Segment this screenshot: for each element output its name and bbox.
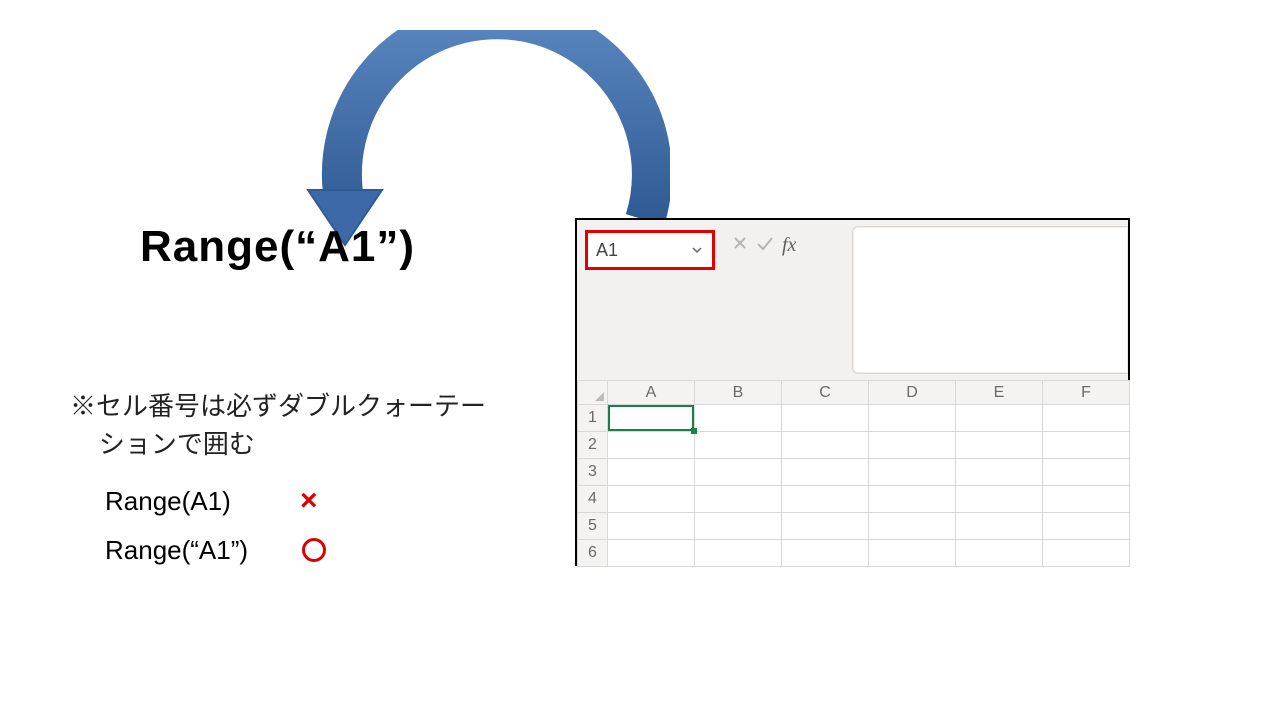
enter-icon[interactable] (756, 234, 774, 257)
cancel-icon[interactable] (732, 234, 748, 257)
cell-C2[interactable] (782, 432, 869, 459)
row-header-2[interactable]: 2 (578, 432, 608, 459)
cell-C4[interactable] (782, 486, 869, 513)
cell-A3[interactable] (608, 459, 695, 486)
cell-A5[interactable] (608, 513, 695, 540)
col-header-E[interactable]: E (956, 381, 1043, 405)
note-line1: ※セル番号は必ずダブルクォーテー (70, 391, 486, 421)
col-header-B[interactable]: B (695, 381, 782, 405)
select-all-corner[interactable] (578, 381, 608, 405)
cell-D1[interactable] (869, 405, 956, 432)
cell-E2[interactable] (956, 432, 1043, 459)
cell-A4[interactable] (608, 486, 695, 513)
cell-C1[interactable] (782, 405, 869, 432)
cell-E4[interactable] (956, 486, 1043, 513)
note-text: ※セル番号は必ずダブルクォーテー ションで囲む (70, 388, 550, 463)
example-bad: Range(A1) × (105, 475, 326, 528)
cross-icon: × (300, 475, 318, 528)
cell-D2[interactable] (869, 432, 956, 459)
row-header-5[interactable]: 5 (578, 513, 608, 540)
name-box[interactable]: A1 (585, 230, 715, 270)
cell-A2[interactable] (608, 432, 695, 459)
cell-D3[interactable] (869, 459, 956, 486)
cell-E3[interactable] (956, 459, 1043, 486)
excel-window: A1 fx A B (575, 218, 1130, 566)
name-box-value: A1 (596, 240, 690, 261)
circle-icon (302, 538, 326, 562)
cell-B1[interactable] (695, 405, 782, 432)
cell-C3[interactable] (782, 459, 869, 486)
cell-F1[interactable] (1043, 405, 1130, 432)
note-line2: ションで囲む (99, 429, 255, 459)
cell-F3[interactable] (1043, 459, 1130, 486)
cell-E1[interactable] (956, 405, 1043, 432)
cell-F4[interactable] (1043, 486, 1130, 513)
cell-D4[interactable] (869, 486, 956, 513)
cell-F2[interactable] (1043, 432, 1130, 459)
example-good-code: Range(“A1”) (105, 528, 300, 574)
spreadsheet-grid[interactable]: A B C D E F 1 (577, 380, 1128, 564)
cell-B6[interactable] (695, 540, 782, 567)
cell-D5[interactable] (869, 513, 956, 540)
cell-B3[interactable] (695, 459, 782, 486)
fx-icon[interactable]: fx (782, 234, 796, 257)
cell-E5[interactable] (956, 513, 1043, 540)
examples: Range(A1) × Range(“A1”) (105, 475, 326, 573)
excel-formula-bar-area: A1 fx (577, 220, 1128, 380)
cell-F6[interactable] (1043, 540, 1130, 567)
cell-B4[interactable] (695, 486, 782, 513)
cell-B2[interactable] (695, 432, 782, 459)
cell-C6[interactable] (782, 540, 869, 567)
cell-E6[interactable] (956, 540, 1043, 567)
example-bad-code: Range(A1) (105, 479, 300, 525)
cell-F5[interactable] (1043, 513, 1130, 540)
cell-A6[interactable] (608, 540, 695, 567)
cell-D6[interactable] (869, 540, 956, 567)
chevron-down-icon[interactable] (690, 243, 704, 257)
row-header-6[interactable]: 6 (578, 540, 608, 567)
row-header-4[interactable]: 4 (578, 486, 608, 513)
formula-bar-input[interactable] (852, 226, 1128, 374)
col-header-C[interactable]: C (782, 381, 869, 405)
cell-A1[interactable] (608, 405, 695, 432)
example-good: Range(“A1”) (105, 528, 326, 574)
row-header-3[interactable]: 3 (578, 459, 608, 486)
row-header-1[interactable]: 1 (578, 405, 608, 432)
col-header-F[interactable]: F (1043, 381, 1130, 405)
col-header-A[interactable]: A (608, 381, 695, 405)
cell-B5[interactable] (695, 513, 782, 540)
range-heading: Range(“A1”) (140, 222, 415, 272)
formula-bar-buttons: fx (732, 234, 796, 257)
col-header-D[interactable]: D (869, 381, 956, 405)
cell-C5[interactable] (782, 513, 869, 540)
